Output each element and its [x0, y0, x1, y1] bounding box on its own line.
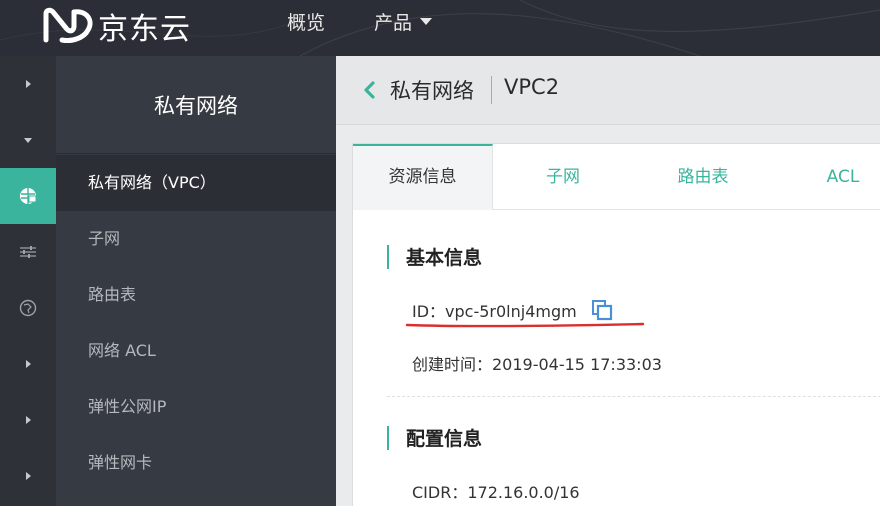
caret-right-icon: [25, 416, 31, 424]
logo-text: 京东云: [98, 12, 191, 47]
rail-expand-3[interactable]: [0, 392, 56, 448]
rail-expand-2[interactable]: [0, 336, 56, 392]
caret-right-icon: [25, 472, 31, 480]
caret-right-icon: [25, 80, 31, 88]
highlight-underline: [405, 322, 645, 328]
created-time: 创建时间：2019-04-15 17:33:03: [412, 355, 662, 374]
breadcrumb-current: VPC2: [504, 75, 560, 99]
sidebar: 私有网络 私有网络（VPC） 子网 路由表 网络 ACL 弹性公网IP 弹性网卡: [56, 56, 336, 506]
nav-overview[interactable]: 概览: [287, 10, 325, 36]
sidebar-item-subnet[interactable]: 子网: [56, 211, 336, 267]
caret-down-icon: [24, 137, 32, 143]
copy-icon[interactable]: [591, 299, 613, 321]
shield-globe-icon: [19, 299, 37, 317]
network-globe-icon: [20, 188, 37, 204]
breadcrumb: 私有网络 VPC2: [336, 56, 880, 125]
sidebar-item-vpc[interactable]: 私有网络（VPC）: [56, 155, 336, 211]
basic-info-heading: 基本信息: [387, 243, 482, 270]
nav-products-label: 产品: [374, 12, 413, 34]
section-accent-bar: [387, 425, 389, 450]
rail-security[interactable]: [0, 280, 56, 336]
basic-info-title: 基本信息: [406, 247, 483, 269]
jdcloud-logo-icon: [43, 7, 93, 43]
nav-products[interactable]: 产品: [374, 10, 433, 36]
tab-subnet[interactable]: 子网: [493, 144, 633, 210]
tab-bar: 资源信息 子网 路由表 ACL: [353, 144, 880, 210]
breadcrumb-separator: [491, 76, 492, 104]
sidebar-item-route-table[interactable]: 路由表: [56, 267, 336, 323]
sliders-icon: [20, 246, 36, 258]
detail-panel: 资源信息 子网 路由表 ACL 基本信息 ID：vpc-5r0lnj4mgm 创…: [352, 143, 880, 506]
back-chevron-icon[interactable]: [362, 80, 376, 100]
config-info-heading: 配置信息: [387, 424, 482, 451]
tab-route-table[interactable]: 路由表: [633, 144, 773, 210]
breadcrumb-parent[interactable]: 私有网络: [390, 75, 474, 105]
tab-resource-info[interactable]: 资源信息: [353, 144, 493, 210]
rail-network[interactable]: [0, 168, 56, 224]
rail-expand-4[interactable]: [0, 448, 56, 504]
config-info-title: 配置信息: [406, 428, 483, 450]
vpc-id-text: ID：vpc-5r0lnj4mgm: [412, 302, 577, 321]
sidebar-title: 私有网络: [56, 56, 336, 154]
cidr-value: CIDR：172.16.0.0/16: [412, 483, 580, 502]
vpc-id-row: ID：vpc-5r0lnj4mgm: [412, 298, 613, 322]
sidebar-item-elastic-ip[interactable]: 弹性公网IP: [56, 379, 336, 435]
sidebar-item-elastic-nic[interactable]: 弹性网卡: [56, 435, 336, 491]
icon-rail: [0, 56, 56, 506]
caret-right-icon: [25, 360, 31, 368]
rail-settings[interactable]: [0, 224, 56, 280]
rail-expand-1[interactable]: [0, 56, 56, 112]
rail-collapse[interactable]: [0, 112, 56, 168]
top-navbar: 京东云 概览 产品: [0, 0, 880, 56]
main-content: 私有网络 VPC2 资源信息 子网 路由表 ACL 基本信息 ID：vpc-5r…: [336, 56, 880, 506]
section-divider: [387, 396, 880, 397]
sidebar-item-network-acl[interactable]: 网络 ACL: [56, 323, 336, 379]
tab-acl[interactable]: ACL: [773, 144, 880, 210]
app-window: 京东云 概览 产品 私有网络 私有网络（VPC） 子网 路由表 网络 ACL 弹…: [0, 0, 880, 506]
logo[interactable]: 京东云: [40, 4, 191, 48]
caret-down-icon: [420, 18, 433, 25]
section-accent-bar: [387, 244, 389, 269]
